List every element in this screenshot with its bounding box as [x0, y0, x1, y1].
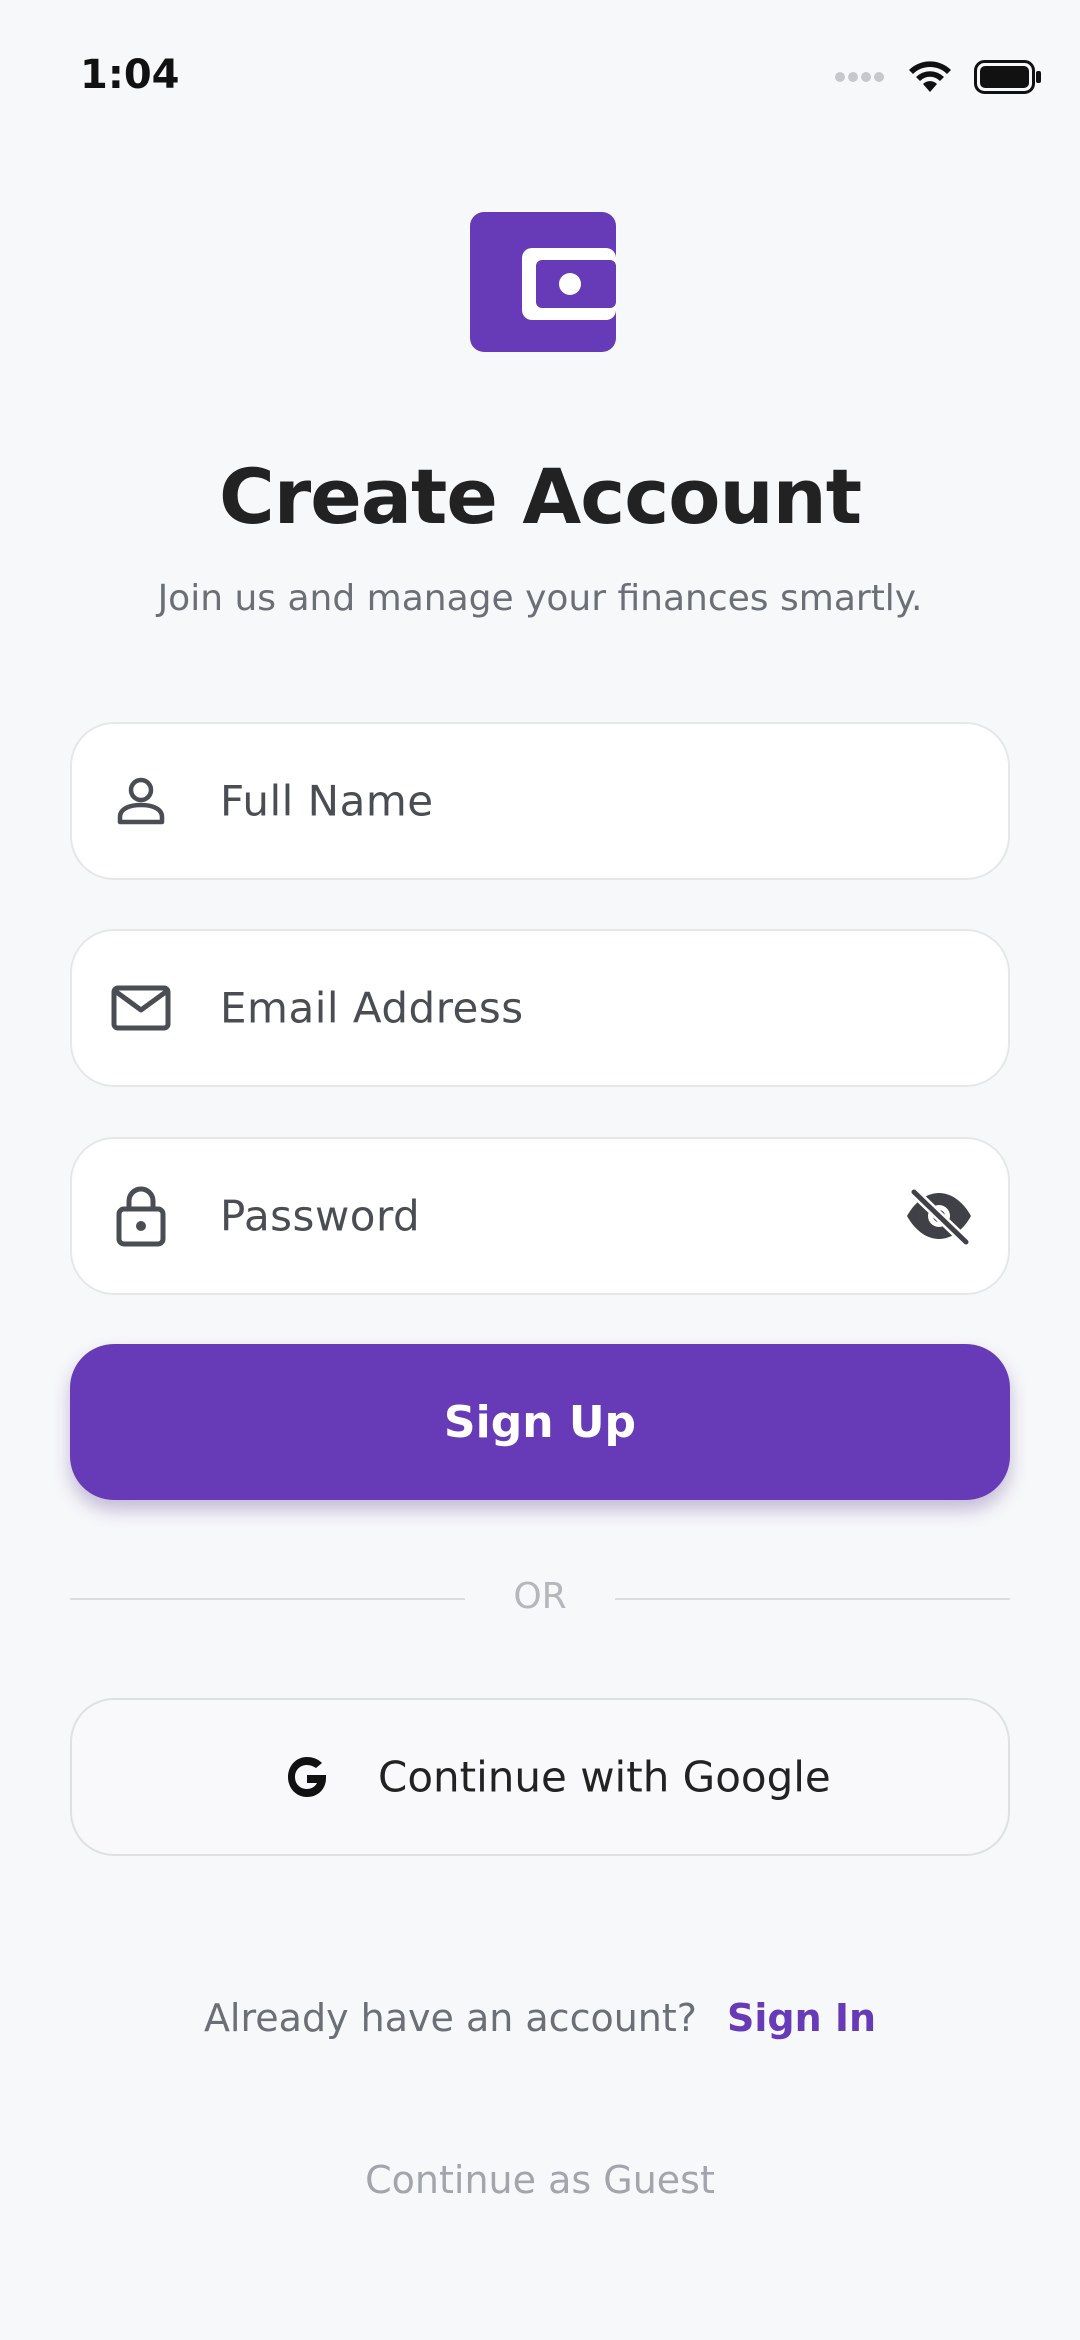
sign-in-row: Already have an account? Sign In	[0, 1996, 1080, 2040]
sign-up-screen: 1:04 Create Account Join us and manage y…	[0, 0, 1080, 2340]
status-time: 1:04	[80, 52, 180, 98]
lock-icon	[110, 1185, 172, 1247]
mail-icon	[110, 977, 172, 1039]
signal-icon	[835, 72, 884, 82]
person-icon	[110, 770, 172, 832]
status-icons	[834, 60, 1042, 94]
eye-off-icon[interactable]	[904, 1186, 974, 1246]
password-field[interactable]: Password	[70, 1137, 1010, 1295]
full-name-placeholder: Full Name	[220, 776, 434, 826]
already-account-text: Already have an account?	[203, 1996, 697, 2040]
wifi-icon	[909, 61, 951, 92]
wallet-icon	[470, 212, 616, 352]
email-field[interactable]: Email Address	[70, 929, 1010, 1087]
divider-right	[615, 1598, 1010, 1600]
google-g-icon	[288, 1757, 326, 1797]
sign-up-button[interactable]: Sign Up	[70, 1344, 1010, 1500]
divider-left	[70, 1598, 465, 1600]
or-label: OR	[513, 1576, 567, 1617]
page-subtitle: Join us and manage your finances smartly…	[157, 578, 923, 619]
battery-icon	[974, 60, 1041, 94]
google-sign-in-button[interactable]: Continue with Google	[70, 1698, 1010, 1856]
full-name-field[interactable]: Full Name	[70, 722, 1010, 880]
password-placeholder: Password	[220, 1191, 421, 1241]
google-button-label: Continue with Google	[378, 1752, 831, 1802]
sign-in-link[interactable]: Sign In	[727, 1996, 876, 2040]
page-title: Create Account	[218, 452, 862, 541]
email-placeholder: Email Address	[220, 983, 524, 1033]
continue-as-guest-link[interactable]: Continue as Guest	[0, 2158, 1080, 2202]
